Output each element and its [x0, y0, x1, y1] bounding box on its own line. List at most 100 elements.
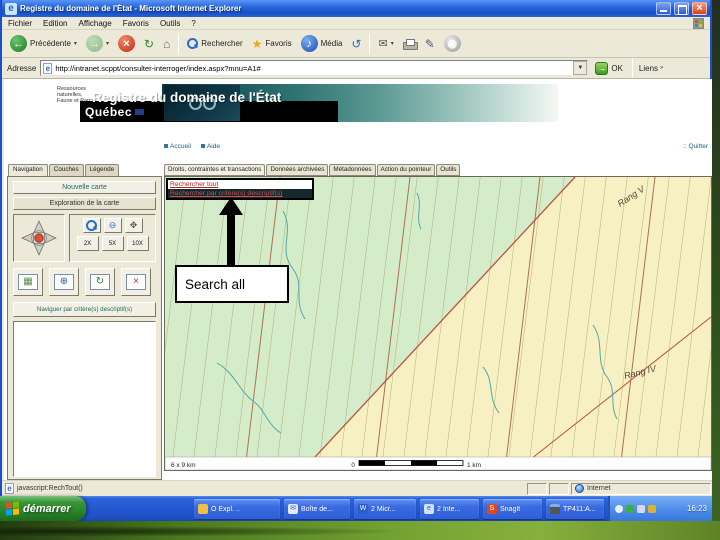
address-dropdown-button[interactable]: ▼	[573, 61, 588, 75]
address-separator	[631, 58, 633, 78]
zoom-controls: ⊖ ✥ 2X 5X 10X	[69, 214, 156, 262]
mail-dropdown-icon: ▾	[390, 41, 394, 47]
status-text: javascript:RechTout()	[17, 485, 83, 492]
start-button[interactable]: démarrer	[0, 496, 86, 521]
navigate-criteria-button[interactable]: Naviguer par critère(s) descriptif(s)	[13, 302, 156, 317]
home-icon: ⌂	[163, 36, 171, 51]
menu-item-rechercher-tout[interactable]: Rechercher tout	[168, 180, 312, 189]
mail-icon: ✉	[378, 37, 388, 50]
stop-button[interactable]: ×	[115, 33, 138, 54]
favorites-button[interactable]: ★ Favoris	[249, 36, 295, 52]
scale-start-label: 0	[351, 462, 355, 469]
taskbar-item-microsoft-group[interactable]: W 2 Micr...	[354, 499, 416, 519]
slide-right-strip	[712, 0, 720, 521]
menu-item-affichage[interactable]: Affichage	[78, 19, 111, 28]
forward-button[interactable]: → ▾	[83, 33, 112, 54]
print-button[interactable]	[400, 37, 419, 51]
toolbar-separator	[369, 33, 371, 54]
taskbar-clock[interactable]: 16:23	[687, 504, 707, 513]
zoom-5x-button[interactable]: 5X	[101, 236, 124, 251]
back-arrow-icon: ←	[10, 35, 27, 52]
taskbar-item-label: 2 Micr...	[371, 505, 396, 513]
zoom-in-button[interactable]	[82, 218, 101, 233]
tab-outils[interactable]: Outils	[436, 164, 461, 176]
menu-item-edition[interactable]: Edition	[43, 19, 67, 28]
tray-monitor-icon[interactable]	[637, 504, 645, 513]
media-button[interactable]: ♪ Média	[298, 33, 346, 54]
annotation-arrow-icon	[219, 197, 243, 267]
tab-donnees-archivees[interactable]: Données archivées	[266, 164, 329, 176]
address-input[interactable]: e http://intranet.scppt/consulter-interr…	[40, 60, 589, 76]
map-viewport[interactable]: Rang V Rang IV 6 x 9 km 0 1 km	[109, 176, 712, 471]
sidebar-results-panel	[13, 321, 156, 477]
taskbar-item-terminal[interactable]: TP411:A...	[546, 499, 604, 519]
stop-icon: ×	[117, 35, 135, 52]
menu-item-outils[interactable]: Outils	[160, 19, 180, 28]
status-left: e javascript:RechTout()	[5, 483, 525, 494]
menu-bar: Fichier Edition Affichage Favoris Outils…	[2, 17, 710, 30]
clear-map-tool-button[interactable]: ×	[121, 268, 151, 296]
new-map-button[interactable]: Nouvelle carte	[13, 181, 156, 194]
close-button[interactable]	[692, 2, 707, 15]
media-icon: ♪	[300, 35, 318, 52]
zoom-2x-button[interactable]: 2X	[76, 236, 99, 251]
map-canvas[interactable]: Rang V Rang IV 6 x 9 km 0 1 km	[109, 176, 712, 471]
search-button[interactable]: Rechercher	[184, 36, 245, 51]
taskbar-item-inbox[interactable]: ✉ Boîte de...	[284, 499, 350, 519]
go-button[interactable]: → OK	[592, 60, 626, 77]
aide-link[interactable]: Aide	[200, 143, 220, 150]
discuss-icon: ◉	[443, 35, 461, 52]
snagit-icon: S	[487, 504, 497, 514]
minimize-button[interactable]	[656, 2, 671, 15]
discuss-button[interactable]: ◉	[441, 33, 464, 54]
home-button[interactable]: ⌂	[160, 36, 173, 52]
tray-speaker-icon[interactable]	[648, 504, 656, 513]
history-icon: ↺	[351, 36, 362, 51]
pan-button[interactable]: ✥	[124, 218, 143, 233]
clear-map-icon: ×	[126, 274, 146, 290]
compass-control[interactable]	[13, 214, 65, 262]
history-button[interactable]: ↺	[348, 36, 364, 52]
zoom-select-tool-button[interactable]: ⊕	[49, 268, 79, 296]
edit-button[interactable]: ✎	[422, 36, 438, 52]
zoom-10x-button[interactable]: 10X	[126, 236, 149, 251]
taskbar-item-snagit[interactable]: S SnagIt	[483, 499, 542, 519]
menu-item-favoris[interactable]: Favoris	[123, 19, 149, 28]
maximize-button[interactable]	[674, 2, 689, 15]
print-icon	[402, 38, 418, 50]
zoom-out-button[interactable]: ⊖	[103, 218, 122, 233]
tray-chevron-icon[interactable]	[615, 504, 623, 513]
map-tools: ▦ ⊕ ↻ ×	[13, 268, 156, 296]
quebec-flag-icon	[135, 108, 145, 115]
menu-item-fichier[interactable]: Fichier	[8, 19, 32, 28]
back-label: Précédente	[30, 39, 71, 48]
internet-zone-label: Internet	[587, 485, 611, 492]
mail-button[interactable]: ✉ ▾	[375, 36, 396, 52]
menu-item-aide[interactable]: ?	[191, 19, 195, 28]
overview-map-tool-button[interactable]: ▦	[13, 268, 43, 296]
accueil-link[interactable]: Accueil	[164, 143, 191, 150]
back-dropdown-icon[interactable]: ▾	[74, 40, 77, 47]
browser-window: e Registre du domaine de l'État - Micros…	[0, 0, 714, 496]
back-button[interactable]: ← Précédente ▾	[7, 33, 80, 54]
taskbar-item-internet-group[interactable]: e 2 Inte...	[420, 499, 479, 519]
links-chevron-icon: »	[660, 65, 664, 71]
refresh-extent-icon: ↻	[90, 274, 110, 290]
aide-label: Aide	[206, 143, 220, 150]
quitter-link[interactable]: :: Quitter	[683, 143, 708, 150]
tab-action-pointeur[interactable]: Action du pointeur	[376, 164, 436, 176]
tab-legende[interactable]: Légende	[84, 164, 120, 176]
tab-couches[interactable]: Couches	[48, 164, 84, 176]
refresh-extent-tool-button[interactable]: ↻	[85, 268, 115, 296]
quebec-wordmark: Québec	[85, 104, 133, 119]
links-menu[interactable]: Liens »	[639, 64, 663, 73]
tab-droits-contraintes[interactable]: Droits, contraintes et transactions	[164, 164, 266, 176]
system-tray: 16:23	[608, 496, 712, 521]
go-label: OK	[611, 63, 623, 73]
tab-metadonnees[interactable]: Métadonnées	[329, 164, 376, 176]
banner-title: Registre du domaine de l'État	[92, 90, 282, 105]
refresh-button[interactable]: ↻	[141, 36, 157, 52]
tray-shield-icon[interactable]	[626, 504, 634, 513]
taskbar-item-explorer[interactable]: O Expl. ..	[194, 499, 280, 519]
tab-navigation[interactable]: Navigation	[8, 164, 48, 176]
